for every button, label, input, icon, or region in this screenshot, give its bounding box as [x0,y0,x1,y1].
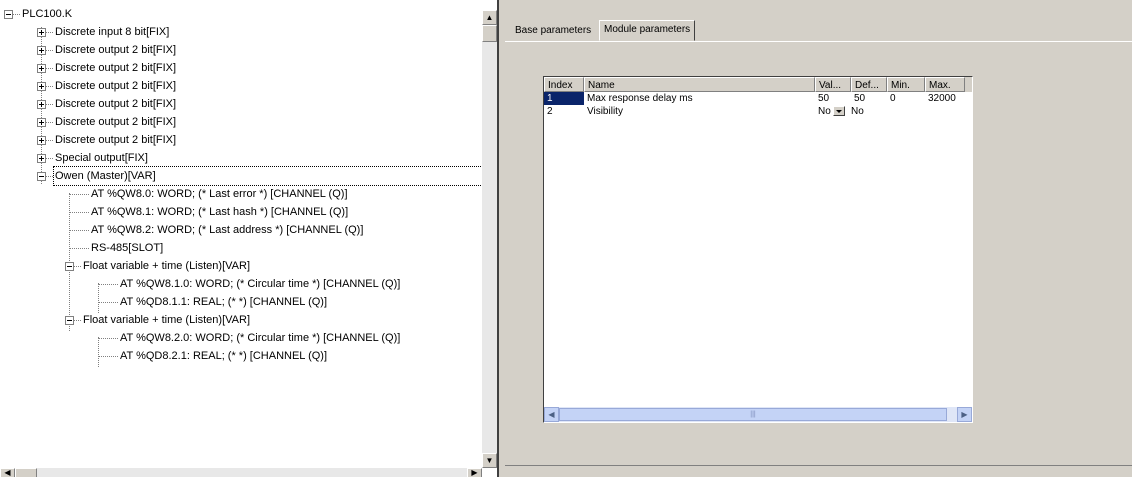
expand-icon[interactable] [37,82,46,91]
scroll-thumb[interactable]: ||| [559,408,947,421]
column-header-index[interactable]: Index [544,77,584,92]
cell-value[interactable]: 50 [815,92,851,105]
tree-item-label: AT %QW8.1.0: WORD; (* Circular time *) [… [120,278,401,290]
tab-base-parameters[interactable]: Base parameters [511,22,595,40]
arrow-down-icon[interactable]: ▼ [482,453,497,468]
tree-item-label: Discrete output 2 bit[FIX] [55,134,177,146]
config-tree-panel[interactable]: PLC100.K Discrete input 8 bit[FIX] Discr… [0,0,497,477]
expand-icon[interactable] [37,136,46,145]
cell-max [925,105,972,118]
tree-connector [98,337,99,367]
cell-default: No [851,106,864,117]
cell-min [887,105,925,118]
column-header-value[interactable]: Val... [815,77,851,92]
tree-item-label: AT %QW8.2: WORD; (* Last address *) [CHA… [91,224,364,236]
cell-index: 1 [544,92,584,105]
properties-panel: Base parameters Module parameters Index … [505,0,1132,477]
column-header-name[interactable]: Name [584,77,815,92]
combo-value: No [818,106,831,117]
tree-item-label: RS-485[SLOT] [91,242,164,254]
collapse-icon[interactable] [4,10,13,19]
column-header-max[interactable]: Max. [925,77,965,92]
tree-item-label: AT %QD8.1.1: REAL; (* *) [CHANNEL (Q)] [120,296,328,308]
tree-item-label: Discrete output 2 bit[FIX] [55,62,177,74]
scroll-thumb[interactable] [482,25,497,42]
tree-horizontal-scrollbar[interactable]: ◀ ▶ [0,468,482,477]
column-header-min[interactable]: Min. [887,77,925,92]
arrow-right-icon[interactable]: ▶ [467,468,482,477]
expand-icon[interactable] [37,100,46,109]
cell-default: 50 [854,93,866,104]
tree-item-label: AT %QW8.1: WORD; (* Last hash *) [CHANNE… [91,206,349,218]
tree-item-label: Discrete output 2 bit[FIX] [55,98,177,110]
panel-bottom-edge [505,465,1132,466]
expand-icon[interactable] [37,46,46,55]
tree-item-label: Discrete output 2 bit[FIX] [55,80,177,92]
arrow-left-icon[interactable]: ◀ [0,468,15,477]
arrow-up-icon[interactable]: ▲ [482,10,497,25]
tree-item-label: Owen (Master)[VAR] [53,166,485,186]
tree-item-label: AT %QW8.2.0: WORD; (* Circular time *) [… [120,332,401,344]
cell-name: Visibility [587,106,623,117]
tree-vertical-scrollbar[interactable]: ▲ ▼ [482,10,497,468]
expand-icon[interactable] [37,64,46,73]
table-row[interactable]: 1 Max response delay ms 50 50 0 32000 [544,92,972,105]
tree-item-label: AT %QW8.0: WORD; (* Last error *) [CHANN… [91,188,348,200]
collapse-icon[interactable] [65,262,74,271]
collapse-icon[interactable] [37,172,46,181]
tree-item-label: AT %QD8.2.1: REAL; (* *) [CHANNEL (Q)] [120,350,328,362]
tab-module-parameters[interactable]: Module parameters [599,20,696,41]
cell-index: 2 [547,106,553,117]
chevron-down-icon[interactable] [832,106,845,117]
cell-value-combo[interactable]: No [815,105,851,118]
tree-item-label: Special output[FIX] [55,152,148,164]
config-tree: PLC100.K Discrete input 8 bit[FIX] Discr… [0,0,485,460]
collapse-icon[interactable] [65,316,74,325]
grid-header: Index Name Val... Def... Min. Max. [544,77,972,92]
expand-icon[interactable] [37,28,46,37]
cell-name: Max response delay ms [587,93,693,104]
tree-item-label: Discrete input 8 bit[FIX] [55,26,170,38]
tree-item-label: Discrete output 2 bit[FIX] [55,116,177,128]
tree-connector [98,283,99,313]
module-parameters-grid[interactable]: Index Name Val... Def... Min. Max. 1 Max… [543,76,973,423]
tree-item-label: Discrete output 2 bit[FIX] [55,44,177,56]
scroll-thumb[interactable] [15,468,37,477]
tab-divider [505,41,1132,42]
arrow-right-icon[interactable]: ▶ [957,407,972,422]
panel-splitter[interactable] [497,0,505,477]
cell-max: 32000 [928,93,956,104]
expand-icon[interactable] [37,154,46,163]
tree-item-label: PLC100.K [22,8,73,20]
cell-min: 0 [890,93,896,104]
tree-item-label: Float variable + time (Listen)[VAR] [83,260,250,272]
arrow-left-icon[interactable]: ◀ [544,407,559,422]
expand-icon[interactable] [37,118,46,127]
tree-item-label: Float variable + time (Listen)[VAR] [83,314,250,326]
grid-horizontal-scrollbar[interactable]: ◀ ||| ▶ [544,407,972,422]
table-row[interactable]: 2 Visibility No No [544,105,972,118]
column-header-default[interactable]: Def... [851,77,887,92]
